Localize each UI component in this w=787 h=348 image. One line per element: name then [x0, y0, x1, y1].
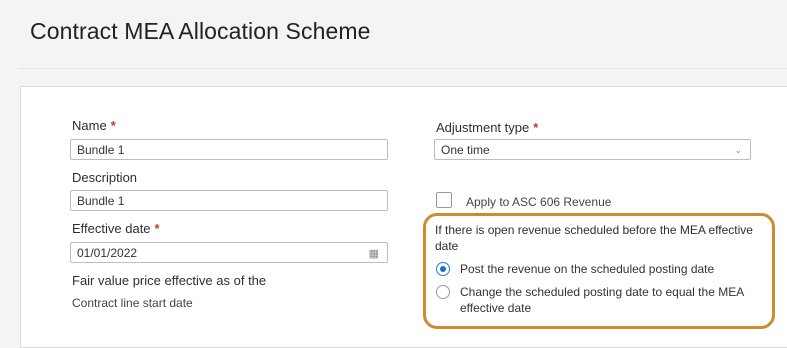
change-posting-date-label: Change the scheduled posting date to equ…	[460, 285, 744, 315]
calendar-icon[interactable]: ▦	[369, 247, 379, 260]
adjustment-type-label: Adjustment type *	[436, 120, 539, 135]
effective-date-value: 01/01/2022	[77, 246, 138, 260]
adjustment-type-select[interactable]: One time ⌄	[434, 139, 751, 160]
title-divider	[18, 68, 787, 69]
description-label: Description	[72, 170, 138, 185]
adjustment-type-value: One time	[441, 143, 490, 157]
asc606-label: Apply to ASC 606 Revenue	[466, 195, 612, 209]
required-marker: *	[110, 118, 116, 133]
fair-value-label: Fair value price effective as of the	[72, 273, 267, 288]
post-on-scheduled-date-radio[interactable]	[436, 262, 450, 276]
open-revenue-label: If there is open revenue scheduled befor…	[435, 223, 753, 253]
change-posting-date-radio[interactable]	[436, 285, 450, 299]
description-input[interactable]: Bundle 1	[70, 190, 388, 211]
required-marker: *	[154, 221, 160, 236]
effective-date-label: Effective date *	[72, 221, 160, 236]
chevron-down-icon: ⌄	[734, 145, 742, 155]
post-on-scheduled-date-label: Post the revenue on the scheduled postin…	[460, 262, 715, 276]
fair-value-text: Contract line start date	[72, 296, 193, 310]
effective-date-input[interactable]: 01/01/2022 ▦	[70, 242, 388, 263]
required-marker: *	[533, 120, 539, 135]
page-title: Contract MEA Allocation Scheme	[30, 18, 371, 44]
name-input[interactable]: Bundle 1	[70, 139, 388, 160]
name-label: Name *	[72, 118, 116, 133]
asc606-checkbox[interactable]	[436, 192, 452, 208]
